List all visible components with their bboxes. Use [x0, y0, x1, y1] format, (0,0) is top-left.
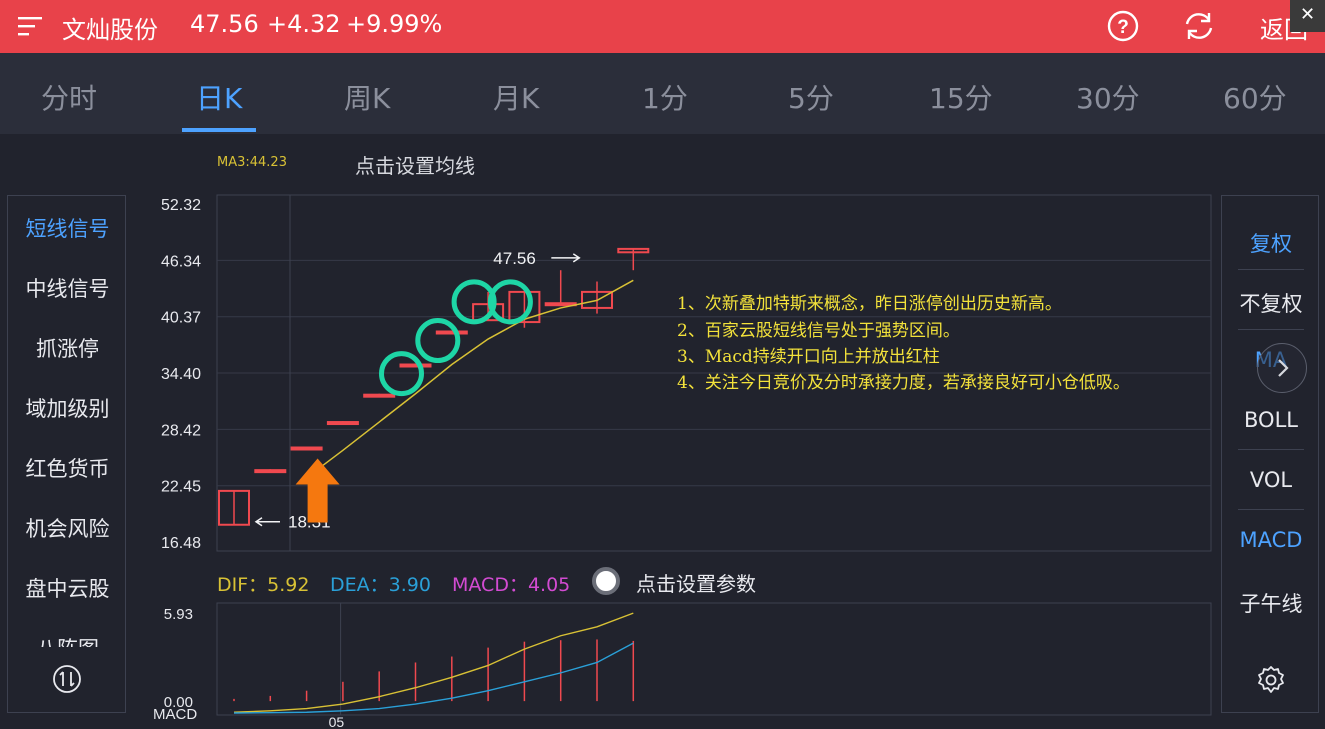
highlight-circle	[487, 279, 533, 325]
menu-short-signal[interactable]: 短线信号	[8, 213, 127, 243]
y-tick-label: 16.48	[161, 535, 201, 552]
candle-body	[544, 302, 577, 307]
ma-setting-link[interactable]: 点击设置均线	[355, 150, 475, 179]
macd-y-tick-label: 5.93	[164, 606, 193, 623]
menu-vol[interactable]: VOL	[1222, 468, 1320, 492]
candle-body	[508, 290, 541, 324]
low-price-label: 18.31	[288, 513, 331, 532]
tab-timeshare[interactable]: 分时	[41, 77, 97, 117]
y-tick-label: 40.37	[161, 310, 201, 327]
menu-meridian-line[interactable]: 子午线	[1222, 588, 1320, 618]
candle-body	[435, 330, 468, 335]
candle-body	[290, 446, 323, 451]
close-button[interactable]: ✕	[1290, 0, 1325, 32]
menu-boll[interactable]: BOLL	[1222, 408, 1320, 432]
candle-body	[218, 489, 250, 526]
candle-body	[399, 363, 432, 368]
stock-change: +4.32	[267, 10, 341, 38]
x-tick-label: 05	[329, 714, 345, 729]
macd-y-tick-label: 0.00	[164, 694, 193, 711]
menu-macd[interactable]: MACD	[1222, 528, 1320, 552]
candle-body	[581, 290, 613, 309]
annotation-line-1: 1、次新叠加特斯来概念，昨日涨停创出历史新高。	[677, 294, 1062, 314]
indicator-setting-link[interactable]: 点击设置参数	[636, 568, 756, 597]
indicator-menu: 复权 不复权 MA BOLL VOL MACD 子午线	[1221, 195, 1319, 713]
candle-body	[472, 303, 505, 322]
macd-frame	[216, 602, 1212, 716]
stock-change-pct: +9.99%	[346, 10, 443, 38]
annotation-line-4: 4、关注今日竞价及分时承接力度，若承接良好可小仓低吸。	[677, 373, 1130, 393]
annotation-line-2: 2、百家云股短线信号处于强势区间。	[677, 321, 960, 341]
menu-eight-formation[interactable]: 八阵图	[8, 633, 127, 647]
y-tick-label: 34.40	[161, 366, 201, 383]
menu-limit-up[interactable]: 抓涨停	[8, 333, 127, 363]
up-arrow-icon	[295, 458, 340, 523]
divider	[1238, 329, 1304, 330]
dea-value: DEA：3.90	[330, 574, 431, 596]
menu-red-currency[interactable]: 红色货币	[8, 453, 127, 483]
menu-adjusted[interactable]: 复权	[1222, 228, 1320, 258]
chevron-right-icon	[1278, 359, 1289, 377]
tab-60min[interactable]: 60分	[1223, 77, 1287, 117]
candle-body	[254, 469, 287, 474]
highlight-circle	[415, 318, 461, 364]
highlight-circle	[379, 351, 424, 397]
dif-value: DIF：5.92	[217, 574, 310, 596]
macd-value: MACD：4.05	[452, 574, 571, 596]
stock-price: 47.56	[190, 10, 259, 38]
refresh-icon[interactable]	[1182, 9, 1216, 43]
y-tick-label: 22.45	[161, 479, 201, 496]
dif-line	[233, 612, 634, 713]
divider	[1238, 449, 1304, 450]
menu-icon[interactable]	[16, 11, 46, 41]
candle-body	[363, 393, 396, 398]
tab-weekly-k[interactable]: 周K	[344, 77, 390, 117]
candle-body	[617, 247, 650, 254]
settings-gear-icon[interactable]	[1255, 664, 1287, 696]
menu-mid-signal[interactable]: 中线信号	[8, 273, 127, 303]
y-tick-label: 46.34	[161, 253, 201, 270]
period-tabs: 分时 日K 周K 月K 1分 5分 15分 30分 60分	[0, 53, 1325, 134]
menu-unadjusted[interactable]: 不复权	[1222, 288, 1320, 318]
low-arrow-icon	[254, 517, 280, 527]
ma-value-label: MA3:44.23	[217, 155, 287, 170]
tab-15min[interactable]: 15分	[929, 77, 993, 117]
tab-5min[interactable]: 5分	[788, 77, 834, 117]
high-arrow-icon	[551, 253, 581, 263]
high-price-label: 47.56	[493, 249, 536, 268]
ma-line	[306, 279, 634, 479]
tab-30min[interactable]: 30分	[1076, 77, 1140, 117]
dea-line	[233, 642, 634, 714]
svg-text:?: ?	[1117, 17, 1129, 38]
y-tick-label: 28.42	[161, 422, 201, 439]
help-icon[interactable]: ?	[1106, 9, 1140, 43]
tab-daily-k[interactable]: 日K	[196, 77, 242, 117]
annotation-line-3: 3、Macd持续开口向上并放出红柱	[677, 347, 940, 367]
swap-order-icon[interactable]	[52, 664, 82, 694]
divider	[1238, 269, 1304, 270]
indicator-setting-toggle[interactable]	[592, 567, 620, 595]
stock-name: 文灿股份	[62, 16, 158, 44]
macd-axis-label: MACD	[153, 706, 197, 723]
title-bar: 文灿股份 47.56 +4.32 +9.99% ? 返回 ✕	[0, 0, 1325, 53]
active-tab-indicator	[182, 128, 256, 132]
candle-body	[326, 421, 359, 426]
menu-intraday-cloud[interactable]: 盘中云股	[8, 573, 127, 603]
y-tick-label: 52.32	[161, 197, 201, 214]
menu-domain-level[interactable]: 域加级别	[8, 393, 127, 423]
highlight-circle	[451, 279, 497, 325]
expand-panel-button[interactable]	[1257, 343, 1307, 393]
menu-opportunity-risk[interactable]: 机会风险	[8, 513, 127, 543]
tab-1min[interactable]: 1分	[642, 77, 688, 117]
divider	[1238, 509, 1304, 510]
signal-menu: 短线信号 中线信号 抓涨停 域加级别 红色货币 机会风险 盘中云股 八阵图	[7, 195, 126, 713]
tab-monthly-k[interactable]: 月K	[493, 77, 539, 117]
